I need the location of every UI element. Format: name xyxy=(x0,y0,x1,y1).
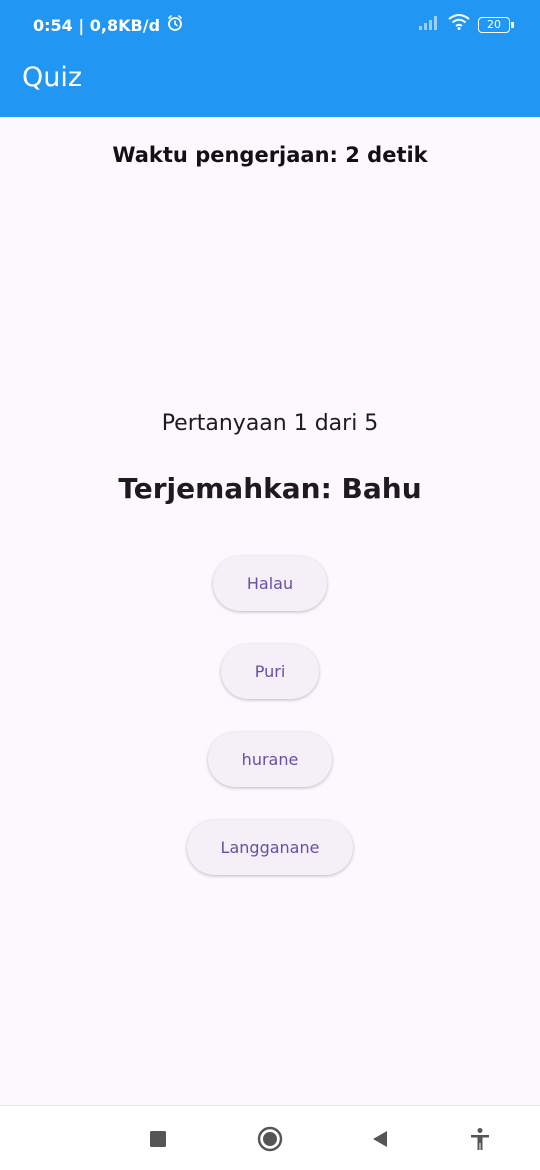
wifi-icon xyxy=(448,14,470,35)
question-progress: Pertanyaan 1 dari 5 xyxy=(161,411,379,436)
status-bar: 0:54 | 0,8KB/d 20 xyxy=(0,0,540,50)
status-right: 20 xyxy=(418,14,514,35)
answer-button-halau[interactable]: Halau xyxy=(212,556,328,611)
signal-icon xyxy=(418,14,440,35)
quiz-screen: 0:54 | 0,8KB/d 20 Quiz Waktu pengerjaan:… xyxy=(0,0,540,1170)
answer-button-puri[interactable]: Puri xyxy=(220,644,320,699)
timer-text: Waktu pengerjaan: 2 detik xyxy=(112,143,428,167)
back-icon[interactable] xyxy=(365,1124,395,1154)
status-left: 0:54 | 0,8KB/d xyxy=(33,14,184,36)
status-time-network: 0:54 | 0,8KB/d xyxy=(33,15,161,35)
app-title: Quiz xyxy=(22,62,83,93)
recents-icon[interactable] xyxy=(143,1124,173,1154)
answer-button-langganane[interactable]: Langganane xyxy=(186,820,354,875)
system-nav-bar xyxy=(0,1105,540,1170)
home-icon[interactable] xyxy=(255,1124,285,1154)
answer-button-hurane[interactable]: hurane xyxy=(207,732,333,787)
alarm-icon xyxy=(166,14,184,36)
question-text: Terjemahkan: Bahu xyxy=(118,472,422,505)
accessibility-icon[interactable] xyxy=(465,1124,495,1154)
answer-list: Halau Puri hurane Langganane xyxy=(0,556,540,875)
app-header: 0:54 | 0,8KB/d 20 Quiz xyxy=(0,0,540,117)
battery-level: 20 xyxy=(487,18,501,31)
battery-icon: 20 xyxy=(478,16,514,33)
